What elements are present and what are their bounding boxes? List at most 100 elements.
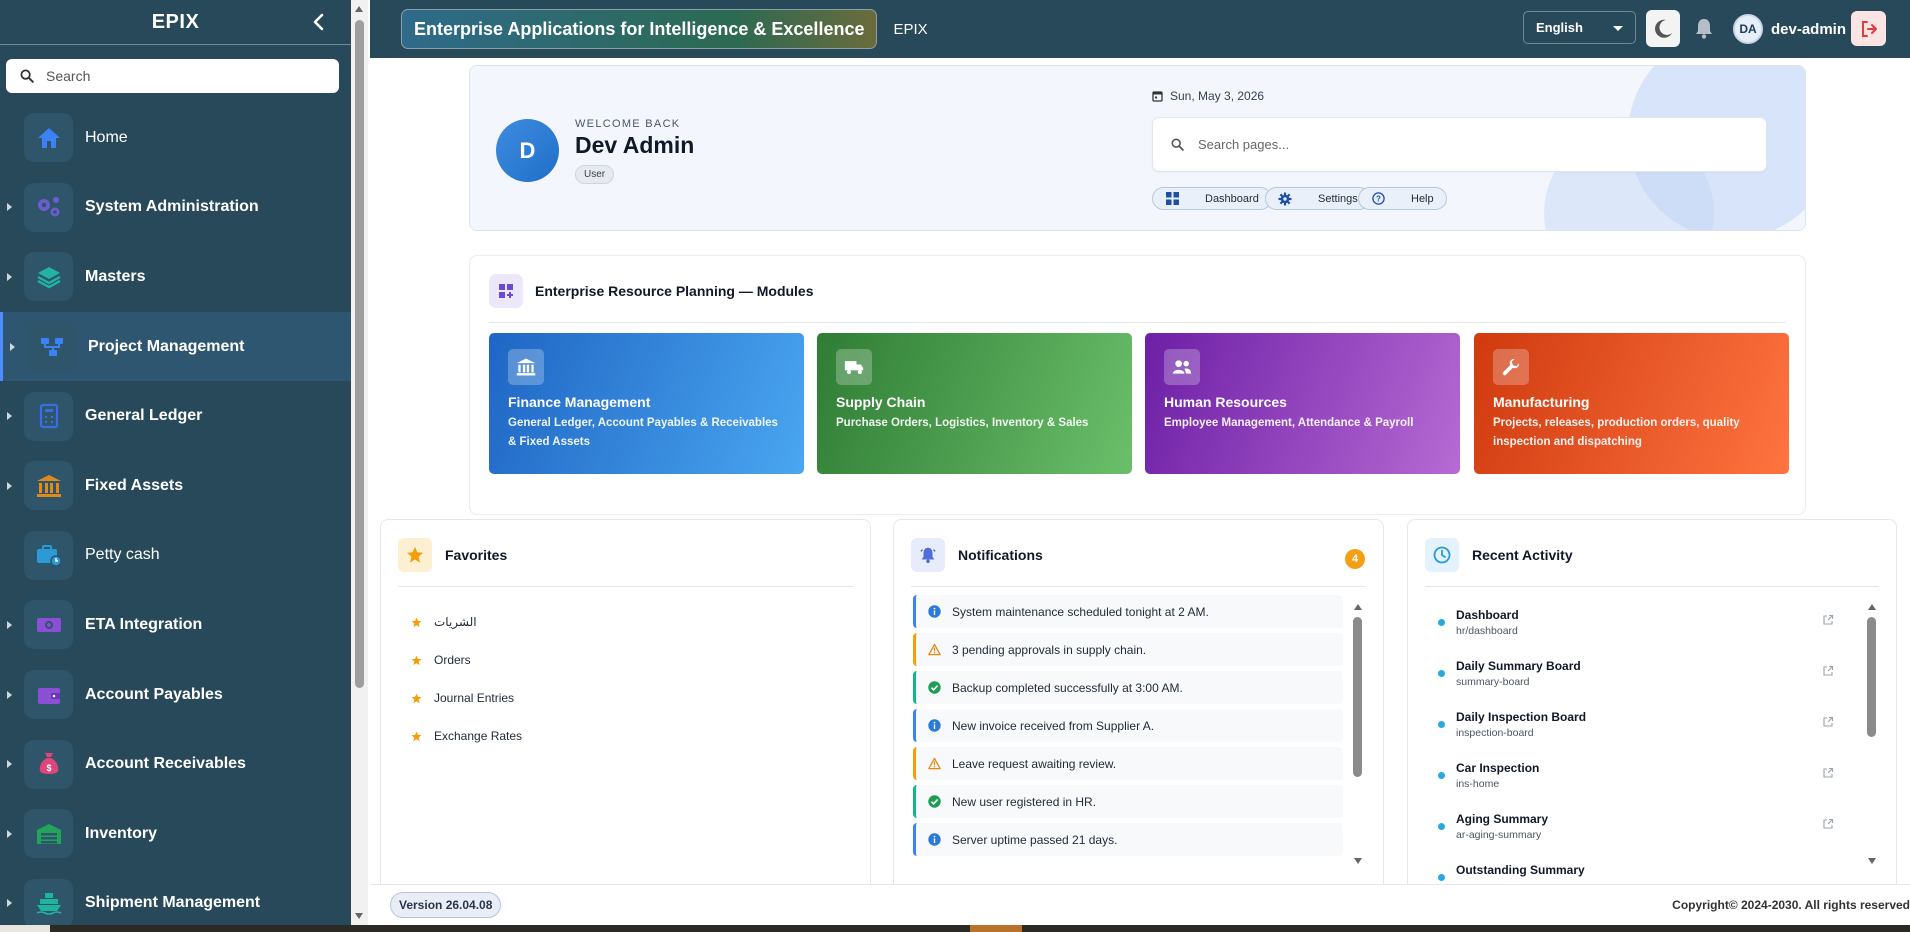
modules-title: Enterprise Resource Planning — Modules (535, 283, 814, 299)
theme-toggle-button[interactable] (1646, 10, 1680, 47)
favorite-item[interactable]: Orders (411, 641, 522, 679)
scroll-up-icon[interactable] (1868, 604, 1876, 610)
notification-item[interactable]: Backup completed successfully at 3:00 AM… (913, 671, 1343, 704)
divider (911, 586, 1366, 587)
avatar: D (496, 119, 559, 182)
warning-icon (928, 643, 941, 656)
bullet-dot (1438, 874, 1445, 881)
sidebar-item-label: Petty cash (85, 546, 160, 564)
home-icon (24, 113, 73, 163)
scroll-down-icon[interactable] (1354, 858, 1362, 864)
module-card-finance[interactable]: Finance Management General Ledger, Accou… (489, 333, 804, 474)
notifications-scrollbar[interactable] (1352, 604, 1364, 864)
sidebar-item-petty-cash[interactable]: Petty cash (0, 521, 351, 591)
activity-item[interactable]: Daily Summary Board summary-board (1426, 653, 1846, 704)
page-search[interactable] (1152, 117, 1767, 172)
quick-link-help[interactable]: ? Help (1358, 187, 1447, 210)
module-card-manufacturing[interactable]: Manufacturing Projects, releases, produc… (1474, 333, 1789, 474)
activity-item[interactable]: Dashboard hr/dashboard (1426, 602, 1846, 653)
sidebar-item-masters[interactable]: Masters (0, 242, 351, 312)
divider (398, 586, 853, 587)
recent-activity-scrollbar[interactable] (1866, 604, 1878, 864)
notification-text: Leave request awaiting review. (952, 756, 1117, 771)
activity-item[interactable]: Car Inspection ins-home (1426, 755, 1846, 806)
scroll-thumb[interactable] (1867, 617, 1876, 737)
module-card-desc: Projects, releases, production orders, q… (1493, 417, 1740, 448)
favorite-item[interactable]: Journal Entries (411, 679, 522, 717)
module-card-title: Supply Chain (836, 394, 926, 410)
quick-link-dashboard[interactable]: Dashboard (1152, 187, 1272, 210)
module-card-title: Human Resources (1164, 394, 1287, 410)
star-icon (411, 617, 423, 628)
scroll-up-icon[interactable] (355, 6, 363, 12)
sidebar-item-label: Home (85, 128, 128, 146)
module-card-human-resources[interactable]: Human Resources Employee Management, Att… (1145, 333, 1460, 474)
external-link-icon[interactable] (1822, 716, 1834, 728)
favorite-item[interactable]: Exchange Rates (411, 717, 522, 755)
footer: Version 26.04.08 Copyright© 2024-2030. A… (370, 884, 1910, 925)
scroll-down-icon[interactable] (1868, 858, 1876, 864)
sidebar-item-account-payables[interactable]: Account Payables (0, 660, 351, 730)
activity-item[interactable]: Outstanding Summary (1426, 857, 1846, 884)
activity-path: ar-aging-summary (1456, 829, 1542, 841)
bank-icon (508, 349, 544, 385)
notification-item[interactable]: New user registered in HR. (913, 785, 1343, 818)
scroll-thumb[interactable] (1353, 617, 1362, 777)
notification-item[interactable]: Server uptime passed 21 days. (913, 823, 1343, 856)
chevron-left-icon[interactable] (307, 11, 329, 33)
role-badge: User (575, 165, 615, 184)
module-card-desc: Employee Management, Attendance & Payrol… (1164, 417, 1414, 429)
notifications-header: Notifications (911, 538, 1043, 572)
clock-icon (1425, 538, 1459, 572)
sidebar-item-eta-integration[interactable]: ETA Integration (0, 590, 351, 660)
favorites-header: Favorites (398, 538, 507, 572)
caret-right-icon (7, 690, 12, 699)
welcome-banner: D WELCOME BACK Dev Admin User Sun, May 3… (469, 65, 1806, 231)
app-title[interactable]: Enterprise Applications for Intelligence… (401, 9, 878, 49)
info-icon (928, 833, 941, 846)
module-card-supply-chain[interactable]: Supply Chain Purchase Orders, Logistics,… (817, 333, 1132, 474)
notification-item[interactable]: 3 pending approvals in supply chain. (913, 633, 1343, 666)
favorites-panel: Favorites الشريات Orders Journal Entries… (380, 519, 871, 884)
sidebar-scrollbar[interactable] (351, 0, 368, 925)
sidebar-item-project-management[interactable]: Project Management (0, 311, 351, 382)
sidebar-item-label: System Administration (85, 198, 259, 216)
sidebar-item-system-administration[interactable]: System Administration (0, 173, 351, 243)
divider (1425, 586, 1879, 587)
scroll-down-icon[interactable] (355, 913, 363, 919)
external-link-icon[interactable] (1822, 767, 1834, 779)
bullet-dot (1438, 823, 1445, 830)
sidebar-search-input[interactable] (46, 68, 306, 84)
quick-link-label: Help (1411, 192, 1434, 205)
scroll-up-icon[interactable] (1354, 604, 1362, 610)
caret-right-icon (10, 342, 15, 351)
date-text: Sun, May 3, 2026 (1170, 89, 1265, 103)
notification-item[interactable]: New invoice received from Supplier A. (913, 709, 1343, 742)
language-select[interactable]: English (1523, 11, 1636, 44)
user-menu[interactable]: DA dev-admin (1733, 13, 1846, 45)
sidebar-item-inventory[interactable]: Inventory (0, 799, 351, 869)
page-search-input[interactable] (1198, 137, 1718, 152)
sidebar-item-fixed-assets[interactable]: Fixed Assets (0, 451, 351, 521)
quick-link-settings[interactable]: Settings (1265, 187, 1371, 210)
sidebar-search[interactable] (6, 59, 339, 93)
sidebar-item-account-receivables[interactable]: $ Account Receivables (0, 729, 351, 799)
notification-item[interactable]: Leave request awaiting review. (913, 747, 1343, 780)
scroll-thumb[interactable] (355, 20, 364, 688)
external-link-icon[interactable] (1822, 818, 1834, 830)
avatar: DA (1733, 14, 1763, 44)
notification-item[interactable]: System maintenance scheduled tonight at … (913, 595, 1343, 628)
logout-button[interactable] (1851, 11, 1886, 46)
sidebar-item-shipment-management[interactable]: Shipment Management (0, 869, 351, 925)
bell-icon[interactable] (1692, 15, 1716, 41)
sidebar-item-label: General Ledger (85, 407, 203, 425)
sidebar-item-general-ledger[interactable]: General Ledger (0, 381, 351, 451)
favorite-item[interactable]: الشريات (411, 603, 522, 641)
wallet-icon (24, 670, 73, 720)
external-link-icon[interactable] (1822, 665, 1834, 677)
activity-path: inspection-board (1456, 727, 1534, 739)
activity-item[interactable]: Daily Inspection Board inspection-board (1426, 704, 1846, 755)
activity-item[interactable]: Aging Summary ar-aging-summary (1426, 806, 1846, 857)
sidebar-item-home[interactable]: Home (0, 103, 351, 173)
external-link-icon[interactable] (1822, 614, 1834, 626)
